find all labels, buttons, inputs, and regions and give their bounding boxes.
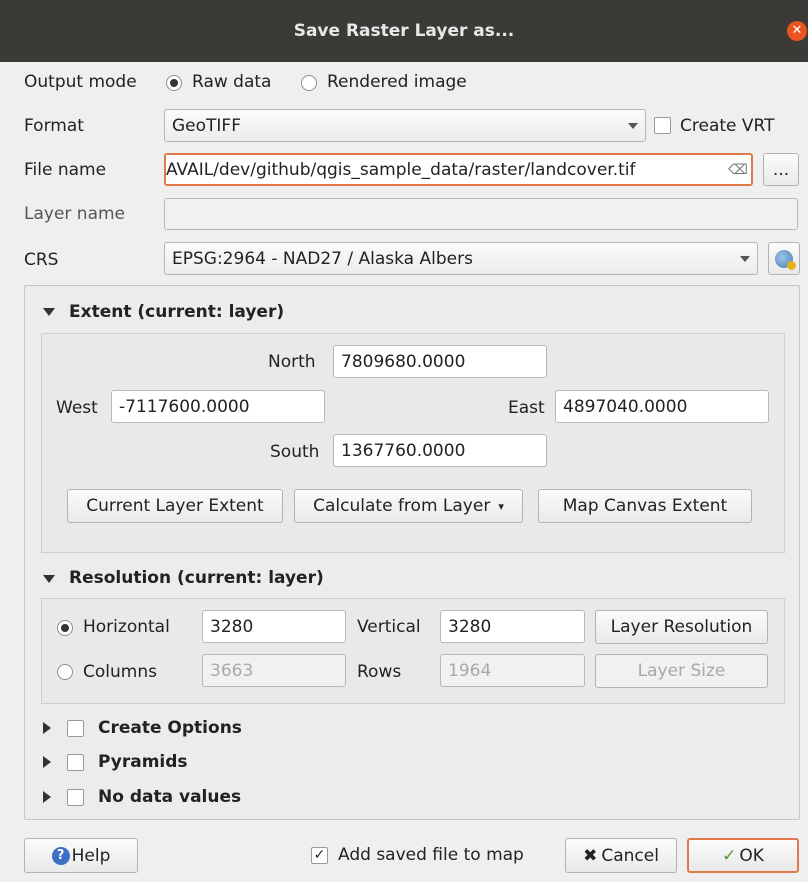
east-label: East <box>508 398 545 418</box>
north-label: North <box>268 352 316 372</box>
file-name-input[interactable]: AVAIL/dev/github/qgis_sample_data/raster… <box>164 153 753 186</box>
cancel-icon: ✖ <box>583 845 598 866</box>
east-input[interactable]: 4897040.0000 <box>555 390 769 423</box>
help-icon: ? <box>51 846 70 865</box>
pyramids-checkbox[interactable] <box>67 754 84 771</box>
chevron-down-icon: ▾ <box>498 499 504 513</box>
layer-size-button[interactable]: Layer Size <box>595 654 768 688</box>
vertical-label: Vertical <box>357 617 421 637</box>
south-label: South <box>270 442 320 462</box>
raw-data-label[interactable]: Raw data <box>192 72 271 92</box>
crs-label: CRS <box>24 250 59 270</box>
horizontal-input[interactable]: 3280 <box>202 610 346 643</box>
chevron-down-icon <box>628 122 638 129</box>
vertical-input[interactable]: 3280 <box>440 610 585 643</box>
close-icon[interactable]: ✕ <box>787 21 807 41</box>
create-options-checkbox[interactable] <box>67 720 84 737</box>
window-title: Save Raster Layer as... <box>293 21 515 41</box>
rendered-image-label[interactable]: Rendered image <box>327 72 467 92</box>
create-vrt-checkbox[interactable] <box>654 117 671 134</box>
current-layer-extent-button[interactable]: Current Layer Extent <box>67 489 283 523</box>
browse-button[interactable]: ... <box>763 153 799 186</box>
west-input[interactable]: -7117600.0000 <box>111 390 325 423</box>
add-to-map-checkbox[interactable]: ✓ <box>311 847 328 864</box>
no-data-title[interactable]: No data values <box>98 787 241 807</box>
crs-select-button[interactable] <box>768 242 800 275</box>
file-name-label: File name <box>24 160 107 180</box>
layer-resolution-button[interactable]: Layer Resolution <box>595 610 768 644</box>
rows-input[interactable]: 1964 <box>440 654 585 687</box>
pyramids-title[interactable]: Pyramids <box>98 752 188 772</box>
add-to-map-label[interactable]: Add saved file to map <box>338 845 524 865</box>
output-mode-label: Output mode <box>24 72 137 92</box>
cancel-label: Cancel <box>601 845 659 866</box>
layer-name-label: Layer name <box>24 204 126 224</box>
help-button[interactable]: ? Help <box>24 838 138 873</box>
collapse-extent-icon[interactable] <box>43 308 55 316</box>
crs-combo[interactable]: EPSG:2964 - NAD27 / Alaska Albers <box>164 242 758 275</box>
raw-data-radio[interactable] <box>166 75 182 91</box>
rendered-image-radio[interactable] <box>301 75 317 91</box>
horizontal-label[interactable]: Horizontal <box>83 617 170 637</box>
map-canvas-extent-button[interactable]: Map Canvas Extent <box>538 489 752 523</box>
check-icon: ✓ <box>722 845 737 866</box>
south-input[interactable]: 1367760.0000 <box>333 434 547 467</box>
cancel-button[interactable]: ✖ Cancel <box>565 838 677 873</box>
columns-input[interactable]: 3663 <box>202 654 346 687</box>
calculate-from-layer-label: Calculate from Layer <box>313 496 491 516</box>
collapse-resolution-icon[interactable] <box>43 575 55 583</box>
horizontal-radio[interactable] <box>57 620 73 636</box>
file-name-value: AVAIL/dev/github/qgis_sample_data/raster… <box>166 159 636 180</box>
north-input[interactable]: 7809680.0000 <box>333 345 547 378</box>
ok-button[interactable]: ✓ OK <box>687 838 799 873</box>
expand-pyramids-icon[interactable] <box>43 756 51 768</box>
expand-no-data-icon[interactable] <box>43 791 51 803</box>
ok-label: OK <box>739 845 764 866</box>
rows-label: Rows <box>357 662 402 682</box>
format-value: GeoTIFF <box>172 115 241 136</box>
layer-name-input[interactable] <box>164 198 798 230</box>
columns-radio[interactable] <box>57 664 73 680</box>
resolution-title[interactable]: Resolution (current: layer) <box>69 568 324 588</box>
chevron-down-icon <box>740 255 750 262</box>
globe-icon <box>775 249 796 270</box>
extent-title[interactable]: Extent (current: layer) <box>69 302 284 322</box>
crs-value: EPSG:2964 - NAD27 / Alaska Albers <box>172 248 473 269</box>
format-label: Format <box>24 116 84 136</box>
calculate-from-layer-button[interactable]: Calculate from Layer ▾ <box>294 489 523 523</box>
no-data-checkbox[interactable] <box>67 789 84 806</box>
clear-icon[interactable]: ⌫ <box>725 162 751 178</box>
format-combo[interactable]: GeoTIFF <box>164 109 646 142</box>
create-options-title[interactable]: Create Options <box>98 718 242 738</box>
create-vrt-label[interactable]: Create VRT <box>680 116 774 136</box>
expand-create-options-icon[interactable] <box>43 722 51 734</box>
west-label: West <box>56 398 98 418</box>
help-label: Help <box>71 845 111 866</box>
columns-label[interactable]: Columns <box>83 662 157 682</box>
